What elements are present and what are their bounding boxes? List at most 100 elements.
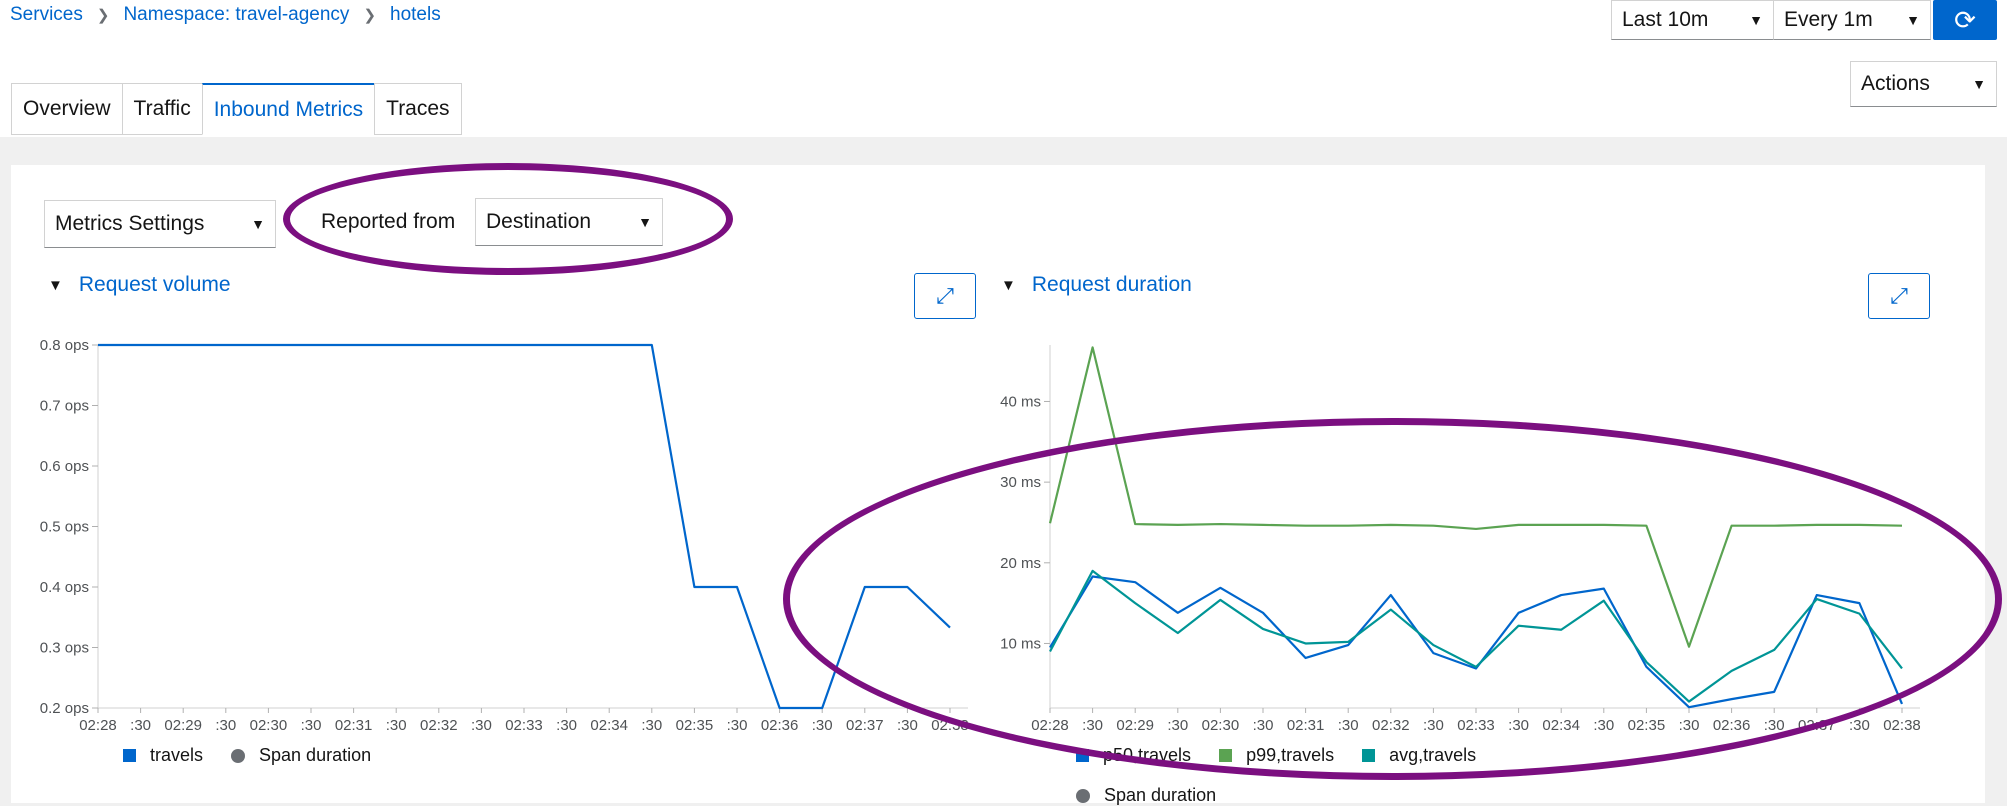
tab-traces[interactable]: Traces bbox=[374, 83, 462, 135]
caret-down-icon: ▼ bbox=[1972, 76, 1986, 92]
x-tick-label: 02:36 bbox=[1713, 717, 1751, 734]
legend-swatch bbox=[1362, 749, 1376, 762]
x-tick-label: :30 bbox=[1338, 717, 1359, 734]
x-tick-label: 02:32 bbox=[420, 717, 458, 734]
metrics-settings-dropdown[interactable]: Metrics Settings ▼ bbox=[44, 200, 276, 248]
x-tick-label: :30 bbox=[556, 717, 577, 734]
caret-down-icon: ▼ bbox=[251, 216, 265, 232]
chevron-right-icon: ❯ bbox=[96, 7, 110, 24]
reported-from-dropdown[interactable]: Destination ▼ bbox=[475, 198, 663, 246]
y-tick-label: 10 ms bbox=[1000, 635, 1041, 652]
request-duration-title: Request duration bbox=[1031, 273, 1192, 296]
expand-request-duration-button[interactable]: ⤢ bbox=[1868, 273, 1930, 319]
x-tick-label: 02:34 bbox=[590, 717, 628, 734]
x-tick-label: 02:37 bbox=[846, 717, 884, 734]
y-tick-label: 30 ms bbox=[1000, 474, 1041, 491]
x-tick-label: 02:36 bbox=[761, 717, 799, 734]
tab-inbound-metrics[interactable]: Inbound Metrics bbox=[201, 83, 376, 135]
x-tick-label: 02:38 bbox=[931, 717, 969, 734]
x-tick-label: :30 bbox=[1764, 717, 1785, 734]
reported-from-value: Destination bbox=[486, 210, 592, 233]
x-tick-label: :30 bbox=[215, 717, 236, 734]
x-tick-label: 02:34 bbox=[1542, 717, 1580, 734]
legend-swatch bbox=[1219, 749, 1233, 762]
x-tick-label: :30 bbox=[130, 717, 151, 734]
x-tick-label: :30 bbox=[1423, 717, 1444, 734]
page-header: Services ❯ Namespace: travel-agency ❯ ho… bbox=[0, 0, 2007, 137]
y-tick-label: 20 ms bbox=[1000, 555, 1041, 572]
actions-dropdown[interactable]: Actions ▼ bbox=[1850, 61, 1997, 107]
metrics-settings-label: Metrics Settings bbox=[55, 212, 205, 235]
y-tick-label: 0.3 ops bbox=[40, 640, 89, 657]
legend-swatch bbox=[231, 748, 246, 763]
x-tick-label: 02:28 bbox=[79, 717, 117, 734]
time-range-label: Last 10m bbox=[1622, 8, 1709, 31]
reported-from-label: Reported from bbox=[321, 210, 456, 233]
x-tick-label: 02:38 bbox=[1883, 717, 1921, 734]
y-tick-label: 0.5 ops bbox=[40, 519, 89, 536]
x-tick-label: :30 bbox=[897, 717, 918, 734]
chevron-right-icon: ❯ bbox=[363, 7, 377, 24]
refresh-button[interactable]: ⟳ bbox=[1933, 0, 1997, 40]
breadcrumb-services[interactable]: Services bbox=[10, 4, 83, 26]
legend-swatch bbox=[1076, 749, 1089, 762]
refresh-interval-label: Every 1m bbox=[1784, 8, 1873, 31]
tab-traffic[interactable]: Traffic bbox=[121, 83, 203, 135]
breadcrumb-hotels[interactable]: hotels bbox=[390, 4, 441, 26]
x-tick-label: 02:31 bbox=[1287, 717, 1325, 734]
sync-icon: ⟳ bbox=[1954, 4, 1976, 35]
x-tick-label: 02:33 bbox=[1457, 717, 1495, 734]
y-tick-label: 0.7 ops bbox=[40, 398, 89, 415]
x-tick-label: :30 bbox=[1167, 717, 1188, 734]
x-tick-label: :30 bbox=[1082, 717, 1103, 734]
request-duration-header[interactable]: ▼ Request duration bbox=[1001, 273, 1192, 297]
refresh-interval-dropdown[interactable]: Every 1m ▼ bbox=[1773, 0, 1931, 40]
request-duration-chart: 10 ms 20 ms 30 ms 40 ms 02:28 :30 02:29 :30 02:3… bbox=[1000, 345, 1921, 734]
x-tick-label: :30 bbox=[1849, 717, 1870, 734]
x-tick-label: :30 bbox=[1679, 717, 1700, 734]
x-tick-label: :30 bbox=[1253, 717, 1274, 734]
time-range-dropdown[interactable]: Last 10m ▼ bbox=[1611, 0, 1774, 40]
tab-overview[interactable]: Overview bbox=[11, 83, 123, 135]
x-tick-label: :30 bbox=[301, 717, 322, 734]
series-line-0 bbox=[1049, 575, 1904, 709]
breadcrumb-namespace[interactable]: Namespace: travel-agency bbox=[123, 4, 349, 26]
tab-bar: Overview Traffic Inbound Metrics Traces bbox=[11, 83, 462, 135]
x-tick-label: 02:30 bbox=[1202, 717, 1240, 734]
x-tick-label: 02:35 bbox=[1628, 717, 1666, 734]
x-tick-label: 02:35 bbox=[676, 717, 714, 734]
y-tick-label: 0.2 ops bbox=[40, 700, 89, 717]
series-line-1 bbox=[1048, 346, 1903, 648]
x-tick-label: 02:28 bbox=[1031, 717, 1069, 734]
legend-swatch bbox=[1076, 788, 1090, 803]
x-tick-label: :30 bbox=[641, 717, 662, 734]
x-tick-label: 02:29 bbox=[164, 717, 202, 734]
x-tick-label: 02:31 bbox=[335, 717, 373, 734]
y-tick-label: 0.4 ops bbox=[40, 579, 89, 596]
x-tick-label: :30 bbox=[727, 717, 748, 734]
expand-icon: ⤢ bbox=[1890, 283, 1908, 308]
chevron-down-icon: ▼ bbox=[1001, 276, 1016, 294]
x-tick-label: 02:29 bbox=[1116, 717, 1154, 734]
x-tick-label: 02:32 bbox=[1372, 717, 1410, 734]
expand-request-volume-button[interactable]: ⤢ bbox=[914, 273, 976, 319]
x-tick-label: :30 bbox=[386, 717, 407, 734]
x-tick-label: :30 bbox=[1593, 717, 1614, 734]
caret-down-icon: ▼ bbox=[1906, 12, 1920, 28]
chevron-down-icon: ▼ bbox=[48, 276, 63, 294]
caret-down-icon: ▼ bbox=[1749, 12, 1763, 28]
x-tick-label: 02:30 bbox=[250, 717, 288, 734]
request-volume-header[interactable]: ▼ Request volume bbox=[48, 273, 231, 297]
x-tick-label: 02:33 bbox=[505, 717, 543, 734]
x-tick-label: :30 bbox=[1508, 717, 1529, 734]
x-tick-label: :30 bbox=[812, 717, 833, 734]
breadcrumb: Services ❯ Namespace: travel-agency ❯ ho… bbox=[10, 4, 441, 26]
x-tick-label: :30 bbox=[471, 717, 492, 734]
y-tick-label: 40 ms bbox=[1000, 393, 1041, 410]
y-tick-label: 0.8 ops bbox=[40, 337, 89, 354]
actions-label: Actions bbox=[1861, 72, 1930, 95]
expand-icon: ⤢ bbox=[936, 283, 954, 308]
legend-swatch bbox=[123, 749, 136, 762]
caret-down-icon: ▼ bbox=[638, 214, 652, 230]
series-line-2 bbox=[1049, 569, 1903, 703]
